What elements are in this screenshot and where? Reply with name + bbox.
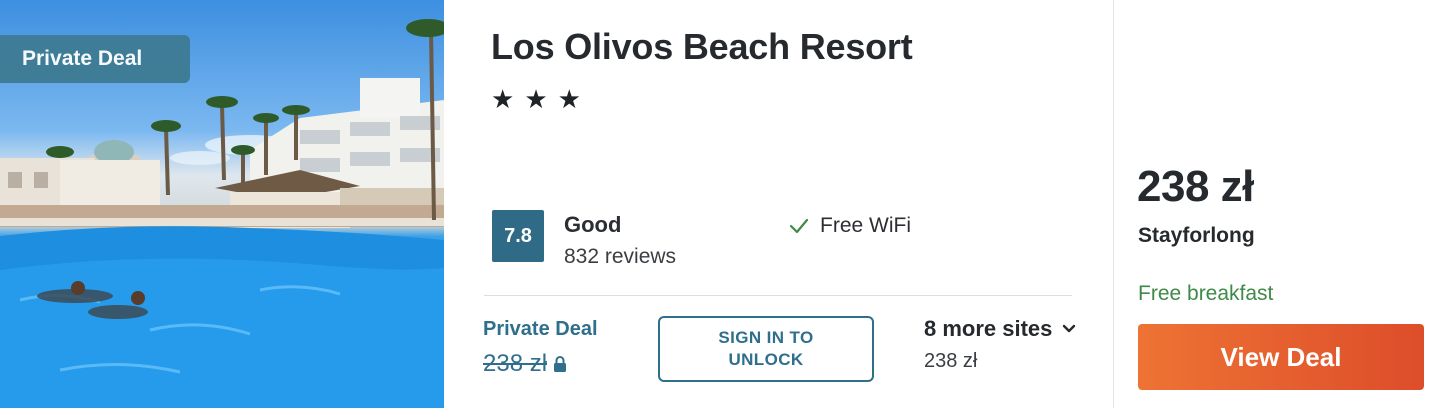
private-deal-label: Private Deal bbox=[483, 318, 598, 340]
star-icon: ★ bbox=[557, 84, 581, 114]
sign-in-to-unlock-button[interactable]: SIGN IN TO UNLOCK bbox=[658, 316, 874, 382]
hotel-photo[interactable]: Private Deal bbox=[0, 0, 444, 408]
check-icon bbox=[789, 218, 809, 234]
star-rating: ★ ★ ★ bbox=[491, 84, 581, 114]
amenity-item: Free WiFi bbox=[788, 214, 911, 238]
private-deal-price: 238 zł bbox=[483, 350, 567, 378]
view-deal-button[interactable]: View Deal bbox=[1138, 324, 1424, 390]
chevron-down-icon bbox=[1063, 324, 1076, 333]
offer-perk: Free breakfast bbox=[1138, 282, 1274, 305]
offer-provider: Stayforlong bbox=[1138, 224, 1255, 247]
more-sites-price: 238 zł bbox=[924, 350, 978, 372]
more-sites-label: 8 more sites bbox=[924, 316, 1053, 341]
review-count[interactable]: 832 reviews bbox=[564, 245, 676, 269]
lock-icon bbox=[554, 356, 567, 372]
section-divider bbox=[484, 295, 1072, 296]
hotel-name[interactable]: Los Olivos Beach Resort bbox=[491, 26, 913, 68]
amenity-label: Free WiFi bbox=[820, 214, 911, 237]
more-sites-dropdown[interactable]: 8 more sites bbox=[924, 316, 1076, 342]
star-icon: ★ bbox=[524, 84, 548, 114]
rating-label: Good bbox=[564, 212, 622, 237]
private-deal-price-value: 238 zł bbox=[483, 350, 548, 377]
column-divider bbox=[1113, 0, 1114, 408]
rating-score-badge[interactable]: 7.8 bbox=[492, 210, 544, 262]
offer-price: 238 zł bbox=[1137, 162, 1254, 211]
star-icon: ★ bbox=[491, 84, 515, 114]
private-deal-badge: Private Deal bbox=[0, 35, 190, 83]
